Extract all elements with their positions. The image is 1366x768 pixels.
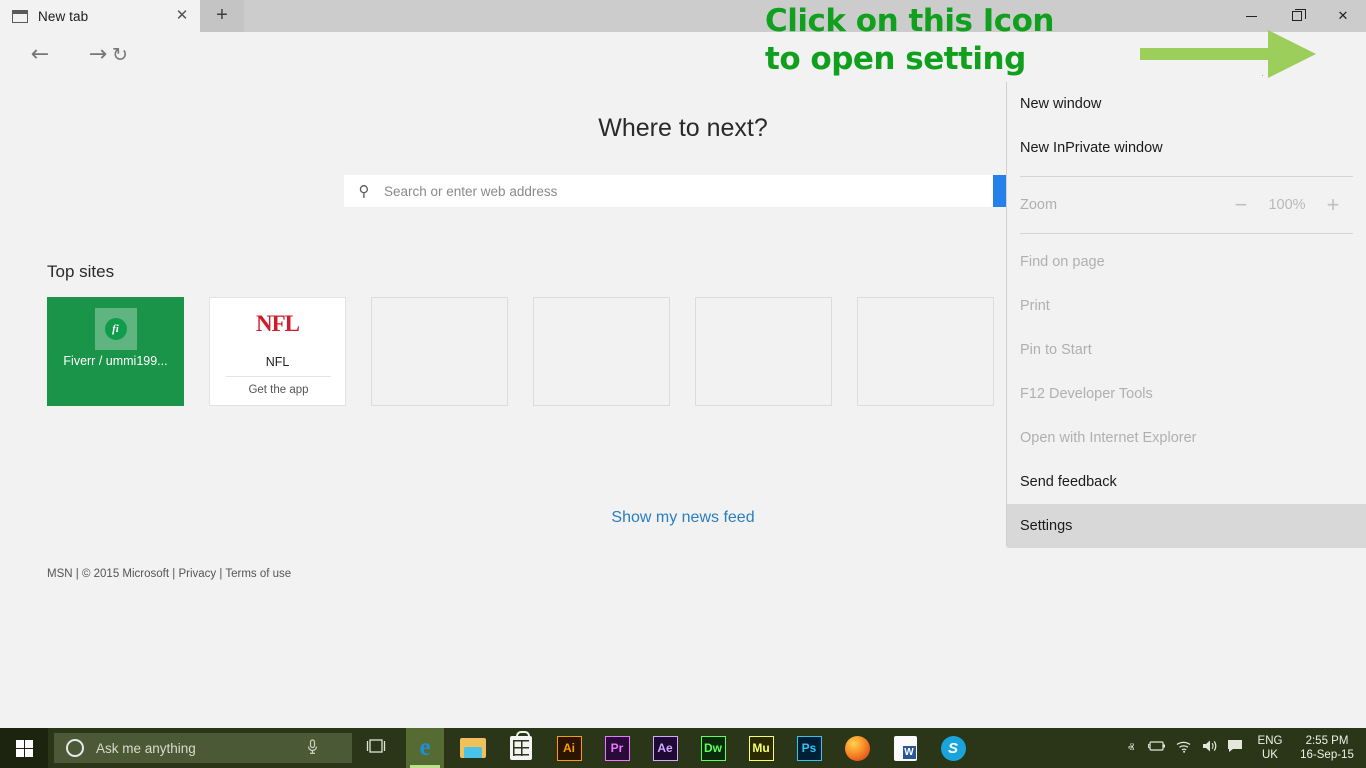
top-sites-grid: fi Fiverr / ummi199... NFL NFL Get the a… (47, 297, 994, 406)
battery-icon[interactable] (1144, 740, 1170, 756)
annotation-text: Click on this Icon to open setting (765, 2, 1285, 78)
tile-empty-3[interactable] (695, 297, 832, 406)
taskbar-app-dreamweaver[interactable]: Dw (694, 728, 732, 768)
taskbar-app-premiere-pro[interactable]: Pr (598, 728, 636, 768)
taskbar-app-firefox[interactable] (838, 728, 876, 768)
footer-msn-link[interactable]: MSN (47, 568, 73, 580)
more-actions-menu: New window New InPrivate window Zoom − 1… (1006, 82, 1366, 546)
show-hidden-icons-chevron-icon[interactable]: ⱏ (1118, 741, 1144, 756)
tile-label: NFL (210, 355, 345, 369)
top-sites-heading: Top sites (47, 262, 114, 282)
edge-icon: e (419, 734, 430, 762)
volume-icon[interactable] (1196, 739, 1222, 757)
tile-fiverr[interactable]: fi Fiverr / ummi199... (47, 297, 184, 406)
tile-empty-4[interactable] (857, 297, 994, 406)
zoom-level-value: 100% (1261, 197, 1313, 213)
file-explorer-icon (460, 738, 486, 758)
taskbar-app-word[interactable] (886, 728, 924, 768)
taskbar-app-store[interactable] (502, 728, 540, 768)
clock-time: 2:55 PM (1292, 734, 1362, 748)
annotation-arrow-head-icon (1268, 30, 1316, 78)
footer-copyright: © 2015 Microsoft (82, 568, 169, 580)
tile-empty-1[interactable] (371, 297, 508, 406)
firefox-icon (845, 736, 870, 761)
tab-new-tab[interactable]: New tab ✕ (0, 0, 200, 32)
taskbar-app-photoshop[interactable]: Ps (790, 728, 828, 768)
dreamweaver-icon: Dw (701, 736, 726, 761)
zoom-label: Zoom (1020, 197, 1057, 213)
new-tab-button[interactable]: + (200, 0, 244, 32)
tab-title: New tab (38, 9, 88, 24)
system-tray: ⱏ ENG UK 2:55 PM 16-Sep-15 (1118, 734, 1366, 762)
footer-terms-link[interactable]: Terms of use (225, 568, 291, 580)
illustrator-icon: Ai (557, 736, 582, 761)
menu-divider-2 (1020, 233, 1353, 234)
task-view-button[interactable] (356, 739, 396, 757)
clock-date: 16-Sep-15 (1292, 748, 1362, 762)
back-button-icon[interactable]: ← (20, 42, 60, 68)
fiverr-logo-icon: fi (95, 308, 137, 350)
menu-item-pin-to-start[interactable]: Pin to Start (1007, 328, 1366, 372)
menu-item-settings[interactable]: Settings (1007, 504, 1366, 548)
zoom-in-button[interactable]: + (1313, 192, 1353, 218)
menu-item-open-with-internet-explorer[interactable]: Open with Internet Explorer (1007, 416, 1366, 460)
annotation-line-1: Click on this Icon (765, 2, 1285, 40)
footer-sep-1: | (76, 568, 79, 580)
language-line-2: UK (1248, 748, 1292, 762)
after-effects-icon: Ae (653, 736, 678, 761)
taskbar: Ask me anything e Ai Pr (0, 728, 1366, 768)
cortana-search-box[interactable]: Ask me anything (54, 733, 352, 763)
tab-favicon-icon (12, 10, 28, 23)
search-input[interactable] (384, 184, 1006, 199)
windows-logo-icon (16, 740, 33, 757)
nfl-logo-icon: NFL (210, 311, 345, 337)
menu-item-new-window[interactable]: New window (1007, 82, 1366, 126)
menu-divider-1 (1020, 176, 1353, 177)
refresh-button-icon[interactable]: ↻ (100, 42, 140, 68)
store-icon (510, 736, 532, 760)
tile-get-the-app-link[interactable]: Get the app (226, 376, 331, 396)
menu-item-new-inprivate-window[interactable]: New InPrivate window (1007, 126, 1366, 170)
tile-empty-2[interactable] (533, 297, 670, 406)
menu-zoom-row: Zoom − 100% + (1007, 183, 1366, 227)
menu-item-send-feedback[interactable]: Send feedback (1007, 460, 1366, 504)
tile-nfl[interactable]: NFL NFL Get the app (209, 297, 346, 406)
start-button[interactable] (0, 728, 48, 768)
footer-sep-2: | (172, 568, 175, 580)
menu-item-print[interactable]: Print (1007, 284, 1366, 328)
search-icon: ⚲ (344, 182, 384, 200)
taskbar-app-after-effects[interactable]: Ae (646, 728, 684, 768)
cortana-placeholder: Ask me anything (96, 741, 196, 756)
taskbar-app-edge[interactable]: e (406, 728, 444, 768)
skype-icon: S (941, 736, 966, 761)
search-box[interactable]: ⚲ (344, 175, 1006, 207)
language-indicator[interactable]: ENG UK (1248, 734, 1292, 762)
menu-item-find-on-page[interactable]: Find on page (1007, 240, 1366, 284)
photoshop-icon: Ps (797, 736, 822, 761)
taskbar-app-muse[interactable]: Mu (742, 728, 780, 768)
tab-close-icon[interactable]: ✕ (174, 8, 190, 24)
zoom-out-button[interactable]: − (1221, 192, 1261, 218)
notifications-icon[interactable] (1222, 739, 1248, 757)
cortana-circle-icon (66, 739, 84, 757)
menu-item-f12-developer-tools[interactable]: F12 Developer Tools (1007, 372, 1366, 416)
taskbar-apps: e Ai Pr Ae Dw Mu Ps (406, 728, 972, 768)
muse-icon: Mu (749, 736, 774, 761)
clock[interactable]: 2:55 PM 16-Sep-15 (1292, 734, 1366, 762)
footer-privacy-link[interactable]: Privacy (178, 568, 216, 580)
taskbar-app-file-explorer[interactable] (454, 728, 492, 768)
fiverr-badge: fi (105, 318, 127, 340)
browser-window: New tab ✕ + ✕ ← → ↻ ☺ ••• Where to next? (0, 0, 1366, 768)
taskbar-app-illustrator[interactable]: Ai (550, 728, 588, 768)
premiere-pro-icon: Pr (605, 736, 630, 761)
tile-label: Fiverr / ummi199... (47, 354, 184, 368)
word-icon (894, 736, 917, 761)
wifi-icon[interactable] (1170, 740, 1196, 757)
close-window-button[interactable]: ✕ (1320, 0, 1366, 32)
taskbar-app-skype[interactable]: S (934, 728, 972, 768)
microphone-icon[interactable] (307, 739, 318, 758)
footer: MSN | © 2015 Microsoft | Privacy | Terms… (47, 568, 291, 580)
footer-sep-3: | (219, 568, 222, 580)
language-line-1: ENG (1248, 734, 1292, 748)
